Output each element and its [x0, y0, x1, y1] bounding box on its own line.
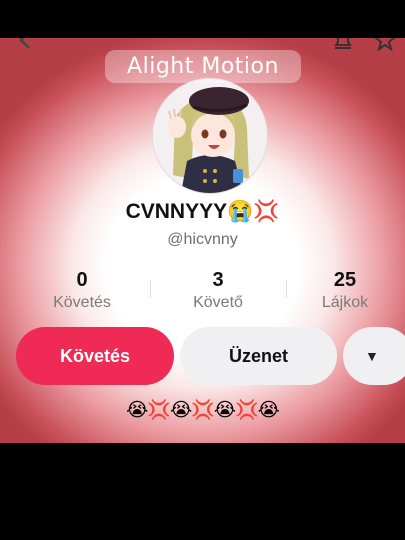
follow-button[interactable]: Követés	[16, 327, 174, 385]
stat-likes[interactable]: 25 Lájkok	[290, 268, 400, 314]
watermark-label: Alight Motion	[105, 50, 301, 83]
profile-screen: Alight Motion CVNNYYY😭💢 @hicvnny 0 Követ…	[0, 38, 405, 443]
stat-divider	[150, 280, 151, 298]
back-icon[interactable]	[14, 38, 38, 52]
display-name: CVNNYYY😭💢	[125, 200, 280, 223]
stat-following-value: 0	[76, 269, 88, 291]
bell-icon[interactable]	[331, 38, 355, 52]
bio: 😭💢😭💢😭💢😭	[126, 399, 280, 421]
handle: @hicvnny	[167, 231, 238, 248]
stat-following-label: Követés	[53, 294, 111, 311]
stat-following[interactable]: 0 Követés	[27, 268, 137, 314]
more-button[interactable]: ▼	[343, 327, 405, 385]
stat-divider	[286, 280, 287, 298]
avatar[interactable]	[152, 78, 268, 194]
share-icon[interactable]	[373, 38, 397, 52]
avatar-illustration	[153, 79, 267, 193]
stat-followers-value: 3	[212, 269, 224, 291]
stat-followers-label: Követő	[193, 294, 243, 311]
message-button[interactable]: Üzenet	[180, 327, 337, 385]
stat-likes-value: 25	[333, 269, 357, 291]
chevron-down-icon: ▼	[365, 348, 379, 364]
stat-likes-label: Lájkok	[321, 294, 369, 311]
stat-followers[interactable]: 3 Követő	[163, 268, 273, 314]
